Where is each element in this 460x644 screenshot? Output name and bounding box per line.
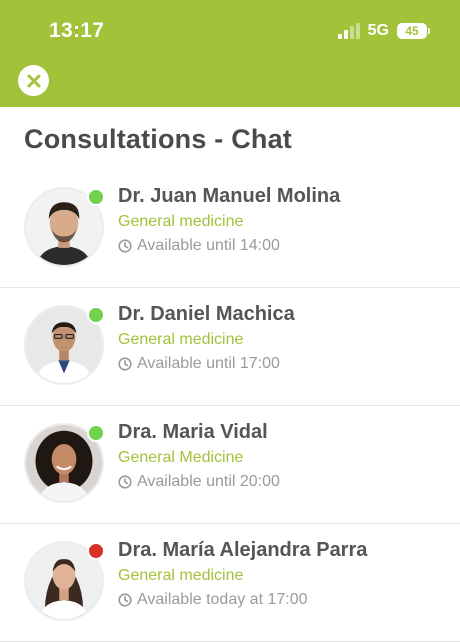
- doctor-specialty: General Medicine: [118, 449, 244, 466]
- status-dot-online: [87, 424, 105, 442]
- close-icon: [27, 74, 40, 87]
- clock-icon: [118, 593, 132, 607]
- doctor-list-item[interactable]: Dr. Juan Manuel Molina General medicine …: [0, 170, 460, 288]
- battery-icon: 45: [397, 23, 430, 39]
- doctor-availability: Available until 17:00: [118, 355, 280, 373]
- doctor-list: Dr. Juan Manuel Molina General medicine …: [0, 170, 460, 642]
- doctor-name: Dr. Juan Manuel Molina: [118, 185, 341, 207]
- doctor-availability: Available until 14:00: [118, 237, 280, 255]
- battery-level: 45: [397, 23, 427, 39]
- doctor-list-item[interactable]: Dr. Daniel Machica General medicine Avai…: [0, 288, 460, 406]
- doctor-availability: Available until 20:00: [118, 473, 280, 491]
- clock-icon: [118, 475, 132, 489]
- doctor-name: Dra. María Alejandra Parra: [118, 539, 368, 561]
- doctor-specialty: General medicine: [118, 567, 244, 584]
- status-dot-offline: [87, 542, 105, 560]
- availability-text: Available until 14:00: [137, 237, 280, 254]
- doctor-list-item[interactable]: Dra. María Alejandra Parra General medic…: [0, 524, 460, 642]
- doctor-availability: Available today at 17:00: [118, 591, 308, 609]
- availability-text: Available until 17:00: [137, 355, 280, 372]
- status-indicators: 5G 45: [337, 22, 430, 40]
- battery-cap: [428, 28, 430, 34]
- status-time: 13:17: [49, 19, 105, 42]
- doctor-name: Dr. Daniel Machica: [118, 303, 295, 325]
- availability-text: Available until 20:00: [137, 473, 280, 490]
- page-title: Consultations - Chat: [24, 124, 292, 154]
- signal-icon: [337, 23, 360, 39]
- clock-icon: [118, 239, 132, 253]
- doctor-specialty: General medicine: [118, 213, 244, 230]
- status-dot-online: [87, 188, 105, 206]
- clock-icon: [118, 357, 132, 371]
- close-button[interactable]: [18, 65, 49, 96]
- availability-text: Available today at 17:00: [137, 591, 308, 608]
- status-dot-online: [87, 306, 105, 324]
- app-header: 13:17 5G 45: [0, 0, 460, 107]
- network-type: 5G: [367, 22, 389, 39]
- doctor-specialty: General medicine: [118, 331, 244, 348]
- doctor-list-item[interactable]: Dra. Maria Vidal General Medicine Availa…: [0, 406, 460, 524]
- doctor-name: Dra. Maria Vidal: [118, 421, 268, 443]
